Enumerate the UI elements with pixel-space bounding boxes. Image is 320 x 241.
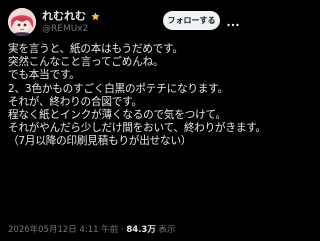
tweet-line: それが、終わりの合図です。 — [8, 95, 142, 108]
star-badge-icon — [91, 11, 100, 20]
tweet-line: でも本当です。 — [8, 69, 80, 82]
tweet-timestamp[interactable]: 2026年05月12日 4:11 午前 — [8, 225, 118, 235]
tweet-line: それがやんだら少しだけ間をおいて、終わりがきます。 — [8, 122, 266, 135]
display-name-text[interactable]: れむれむ — [42, 10, 86, 23]
avatar-image — [8, 8, 36, 36]
more-horizontal-icon — [227, 23, 239, 27]
views-count: 84.3万 — [126, 225, 156, 235]
tweet-line: 程なく紙とインクが薄くなるので気をつけて。 — [8, 108, 226, 121]
tweet-header: れむれむ @REMUx2 フォローする — [8, 8, 242, 38]
tweet-line: 実を言うと、紙の本はもうだめです。 — [8, 43, 183, 55]
avatar[interactable] — [8, 8, 36, 36]
author-names: れむれむ @REMUx2 — [42, 9, 100, 36]
author-display-name[interactable]: れむれむ — [42, 9, 100, 23]
tweet-meta: 2026年05月12日 4:11 午前 · 84.3万 表示 — [8, 225, 176, 236]
more-options-button[interactable] — [226, 15, 240, 27]
author-handle[interactable]: @REMUx2 — [42, 23, 100, 36]
tweet-line: （7月以降の印刷見積もりが出せない） — [8, 135, 192, 148]
tweet-text: 実を言うと、紙の本はもうだめです。 突然こんなこと言ってごめんね。 でも本当です… — [8, 43, 266, 149]
tweet-line: 突然こんなこと言ってごめんね。 — [8, 56, 164, 69]
tweet-line: 2、3色かものすごく白黒のポテチになります。 — [8, 82, 228, 95]
views-label: 表示 — [155, 225, 176, 235]
follow-button[interactable]: フォローする — [163, 11, 220, 30]
